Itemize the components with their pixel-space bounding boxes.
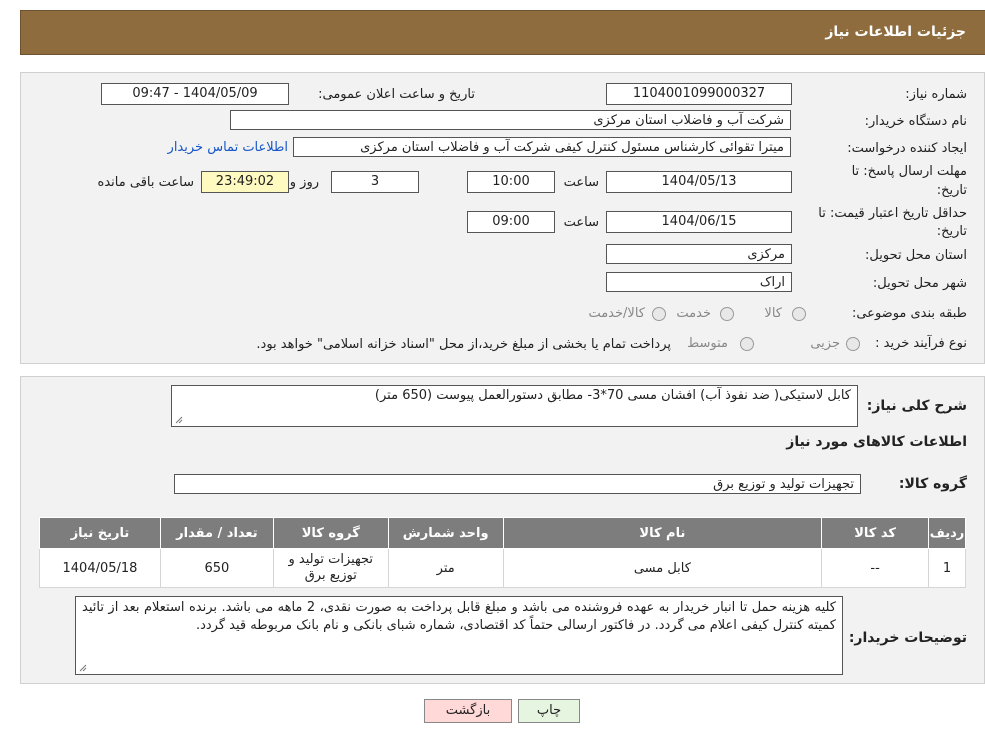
- process-radio-medium[interactable]: [740, 337, 754, 351]
- remaining-time-label: ساعت باقی مانده: [97, 175, 194, 190]
- creator-label: ایجاد کننده درخواست:: [847, 141, 967, 156]
- deadline-label-date: تاریخ:: [936, 183, 967, 198]
- category-option-service: خدمت: [676, 306, 711, 321]
- goods-group-field: تجهیزات تولید و توزیع برق: [174, 474, 861, 494]
- buyer-org-field: شرکت آب و فاضلاب استان مرکزی: [230, 110, 791, 130]
- goods-table-header: ردیف کد کالا نام کالا واحد شمارش گروه کا…: [39, 517, 966, 549]
- col-quantity: تعداد / مقدار: [159, 517, 274, 549]
- cell-need-date: 1404/05/18: [39, 548, 161, 588]
- category-radio-goods[interactable]: [792, 307, 806, 321]
- goods-group-label: گروه کالا:: [898, 476, 967, 492]
- deadline-date-field: 1404/05/13: [606, 171, 792, 193]
- category-option-goods-service: کالا/خدمت: [588, 306, 645, 321]
- table-row: 1 -- کابل مسی متر تجهیزات تولید و توزیع …: [39, 548, 966, 588]
- summary-label: شرح کلی نیاز:: [866, 398, 967, 414]
- days-field: 3: [331, 171, 419, 193]
- goods-info-title: اطلاعات کالاهای مورد نیاز: [786, 434, 967, 450]
- province-label: استان محل تحویل:: [865, 248, 967, 263]
- announce-datetime-field: 1404/05/09 - 09:47: [101, 83, 289, 105]
- cell-group: تجهیزات تولید و توزیع برق: [272, 548, 389, 588]
- cell-code: --: [821, 548, 930, 588]
- category-radio-service[interactable]: [720, 307, 734, 321]
- buyer-org-label: نام دستگاه خریدار:: [864, 114, 967, 129]
- col-need-date: تاریخ نیاز: [39, 517, 161, 549]
- deadline-time-field: 10:00: [467, 171, 555, 193]
- col-name: نام کالا: [502, 517, 823, 549]
- col-code: کد کالا: [821, 517, 930, 549]
- category-label: طبقه بندی موضوعی:: [851, 306, 967, 321]
- buyer-notes-textarea[interactable]: کلیه هزینه حمل تا انبار خریدار به عهده ف…: [75, 596, 843, 675]
- buyer-notes-label: توضیحات خریدار:: [848, 630, 967, 646]
- category-radio-goods-service[interactable]: [652, 307, 666, 321]
- province-field: مرکزی: [606, 244, 792, 264]
- process-label: نوع فرآیند خرید :: [875, 336, 967, 351]
- city-label: شهر محل تحویل:: [872, 276, 967, 291]
- col-row: ردیف: [928, 517, 966, 549]
- process-note: پرداخت تمام یا بخشی از مبلغ خرید،از محل …: [256, 337, 671, 352]
- need-number-field: 1104001099000327: [606, 83, 792, 105]
- summary-textarea[interactable]: کابل لاستیکی( ضد نفوذ آب) افشان مسی 70*3…: [171, 385, 858, 427]
- process-option-medium: متوسط: [687, 336, 728, 351]
- summary-text: کابل لاستیکی( ضد نفوذ آب) افشان مسی 70*3…: [374, 388, 851, 403]
- deadline-time-label: ساعت: [563, 175, 599, 190]
- resize-grip-icon: [175, 416, 183, 424]
- validity-label: حداقل تاریخ اعتبار قیمت: تا: [818, 206, 967, 221]
- page-header: جزئیات اطلاعات نیاز: [20, 10, 985, 55]
- back-button[interactable]: بازگشت: [424, 699, 512, 723]
- remaining-time-field: 23:49:02: [201, 171, 289, 193]
- goods-table: ردیف کد کالا نام کالا واحد شمارش گروه کا…: [39, 517, 966, 588]
- days-label: روز و: [289, 175, 319, 190]
- page-title: جزئیات اطلاعات نیاز: [825, 24, 966, 40]
- cell-row: 1: [928, 548, 966, 588]
- cell-unit: متر: [387, 548, 504, 588]
- need-number-label: شماره نیاز:: [905, 87, 967, 102]
- process-radio-minor[interactable]: [846, 337, 860, 351]
- col-group: گروه کالا: [272, 517, 389, 549]
- validity-time-field: 09:00: [467, 211, 555, 233]
- deadline-label: مهلت ارسال پاسخ: تا: [851, 164, 967, 179]
- buyer-contact-link[interactable]: اطلاعات تماس خریدار: [168, 140, 288, 155]
- process-option-minor: جزیی: [810, 336, 840, 351]
- buyer-notes-text: کلیه هزینه حمل تا انبار خریدار به عهده ف…: [82, 600, 836, 633]
- city-field: اراک: [606, 272, 792, 292]
- cell-quantity: 650: [159, 548, 274, 588]
- creator-field: میترا تقوائی کارشناس مسئول کنترل کیفی شر…: [293, 137, 791, 157]
- print-button[interactable]: چاپ: [518, 699, 580, 723]
- validity-time-label: ساعت: [563, 215, 599, 230]
- validity-label-date: تاریخ:: [936, 224, 967, 239]
- announce-label: تاریخ و ساعت اعلان عمومی:: [318, 87, 475, 102]
- resize-grip-icon: [79, 664, 87, 672]
- cell-name: کابل مسی: [502, 548, 823, 588]
- category-option-goods: کالا: [764, 306, 782, 321]
- validity-date-field: 1404/06/15: [606, 211, 792, 233]
- col-unit: واحد شمارش: [387, 517, 504, 549]
